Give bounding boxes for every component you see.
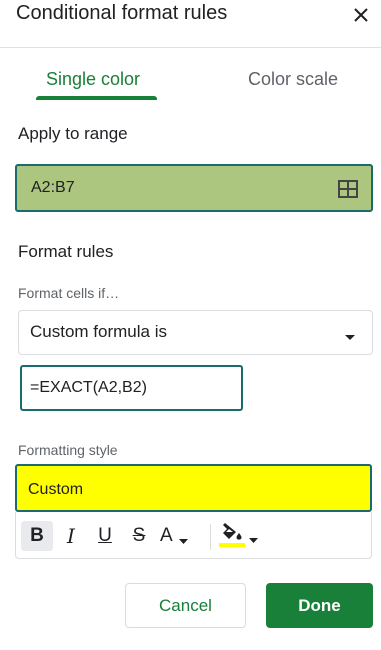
condition-select[interactable]: Custom formula is [18,310,373,355]
formatting-style-label: Formatting style [18,442,118,458]
fill-color-icon [219,520,245,553]
format-cells-if-label: Format cells if… [18,285,120,301]
style-preview-text: Custom [28,481,84,498]
underline-icon[interactable]: U [90,521,120,551]
text-color-caret-icon [178,528,188,550]
range-value: A2:B7 [31,179,75,196]
style-preview[interactable]: Custom [15,464,372,512]
toolbar-divider [210,524,211,550]
text-color-icon: A [160,525,173,546]
cancel-button[interactable]: Cancel [125,583,246,628]
range-input[interactable]: A2:B7 [15,164,373,212]
dropdown-arrow-icon [344,328,356,346]
formula-input[interactable]: =EXACT(A2,B2) [20,365,243,411]
dialog-title: Conditional format rules [16,2,228,24]
italic-icon[interactable]: I [56,521,86,551]
apply-to-range-label: Apply to range [18,124,128,143]
format-rules-heading: Format rules [18,242,114,261]
tab-active-indicator [36,96,157,100]
condition-value: Custom formula is [30,322,167,341]
tab-color-scale[interactable]: Color scale [248,69,338,93]
text-color-button[interactable]: A [160,521,204,551]
fill-color-caret-icon [249,530,258,548]
tab-single-color[interactable]: Single color [46,69,140,93]
done-button[interactable]: Done [266,583,373,628]
close-icon[interactable] [350,4,372,26]
fill-color-button[interactable] [219,521,265,551]
bold-icon[interactable]: B [21,521,53,551]
formula-value: =EXACT(A2,B2) [30,379,147,396]
style-toolbar: B I U S A [15,512,372,559]
select-range-grid-icon[interactable] [338,180,358,203]
header-divider [0,47,381,48]
strikethrough-icon[interactable]: S [124,521,154,551]
